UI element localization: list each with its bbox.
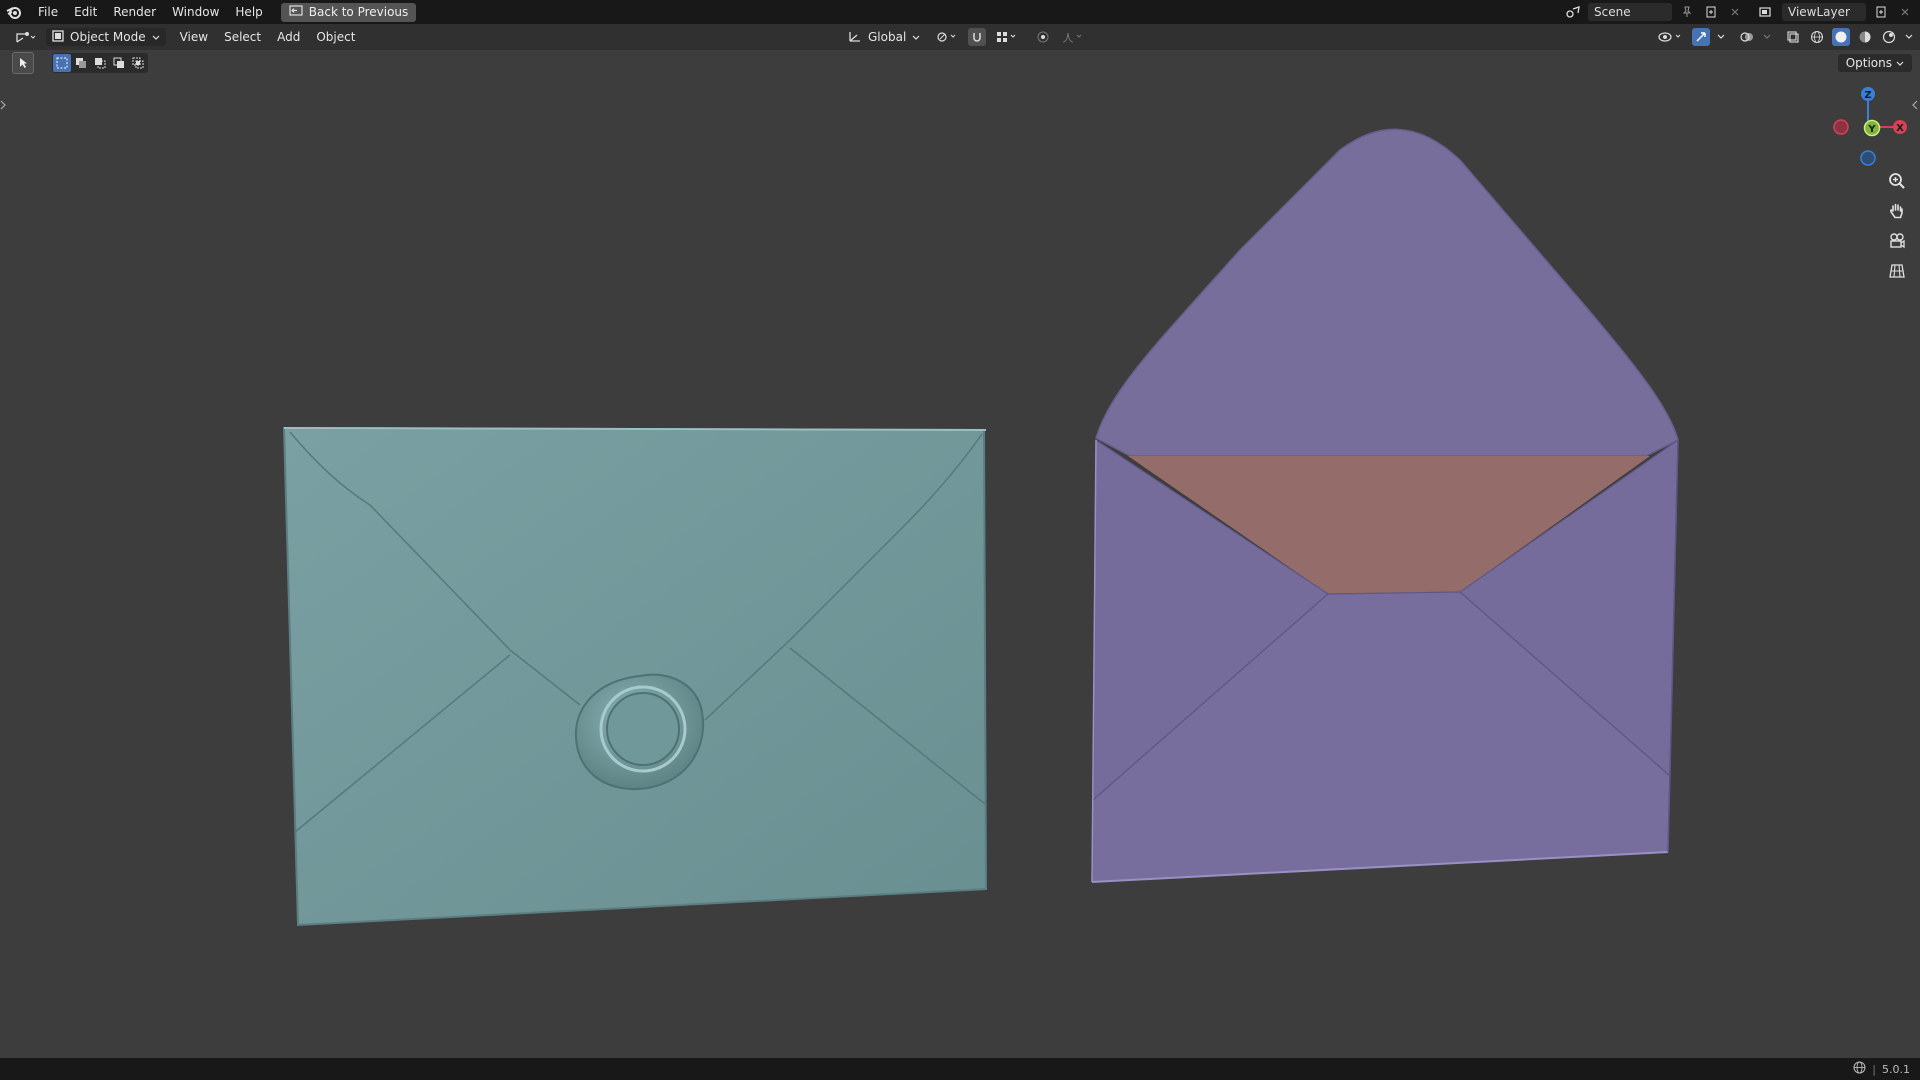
zoom-icon[interactable] — [1884, 170, 1910, 192]
object-mode-icon — [52, 29, 64, 45]
pan-hand-icon[interactable] — [1884, 200, 1910, 222]
scene-name: Scene — [1594, 5, 1631, 19]
orientation-icon — [848, 30, 862, 45]
version-label: 5.0.1 — [1882, 1062, 1910, 1076]
overlays-dropdown-icon[interactable] — [1762, 28, 1772, 46]
back-to-previous-label: Back to Previous — [308, 5, 409, 19]
menu-render[interactable]: Render — [105, 5, 164, 19]
workspace-selectors: Scene ViewLayer — [1564, 0, 1920, 24]
gizmo-z-label: Z — [1864, 90, 1871, 101]
gizmo-dropdown-icon[interactable] — [1716, 28, 1726, 46]
material-preview-icon[interactable] — [1856, 28, 1874, 46]
proportional-editing-icon[interactable] — [1034, 28, 1052, 46]
snap-target-icon[interactable] — [994, 28, 1020, 46]
scene-type-icon[interactable] — [1564, 3, 1582, 21]
new-view-layer-icon[interactable] — [1872, 3, 1890, 21]
select-tool-button[interactable] — [12, 52, 34, 74]
sidebar-expand-arrow-icon[interactable] — [1912, 100, 1920, 114]
toolbar-expand-arrow-icon[interactable] — [0, 100, 8, 114]
blender-logo-icon[interactable] — [4, 2, 24, 22]
open-envelope[interactable] — [1091, 128, 1679, 883]
camera-view-icon[interactable] — [1884, 230, 1910, 252]
transform-orientation-dropdown[interactable]: Global — [842, 28, 926, 46]
view-layer-field[interactable]: ViewLayer — [1782, 3, 1866, 21]
wireframe-shading-icon[interactable] — [1808, 28, 1826, 46]
shading-dropdown-icon[interactable] — [1904, 28, 1914, 46]
menu-file[interactable]: File — [30, 5, 66, 19]
snap-toggle-icon[interactable] — [968, 28, 987, 46]
menu-edit[interactable]: Edit — [66, 5, 105, 19]
chevron-down-icon — [152, 30, 160, 44]
gizmo-toggle-icon[interactable] — [1692, 28, 1710, 46]
options-label: Options — [1845, 56, 1892, 70]
selection-mode-group — [52, 53, 148, 73]
object-mode-dropdown[interactable]: Object Mode — [46, 28, 166, 46]
menu-help[interactable]: Help — [227, 5, 270, 19]
scene-field[interactable]: Scene — [1588, 3, 1672, 21]
object-mode-label: Object Mode — [70, 30, 146, 44]
transform-tools: Global — [836, 24, 1086, 50]
top-bar: File Edit Render Window Help Back to Pre… — [0, 0, 1920, 24]
editor-type-icon[interactable] — [12, 28, 40, 46]
pin-icon[interactable] — [1678, 3, 1696, 21]
xray-toggle-icon[interactable] — [1784, 28, 1802, 46]
closed-envelope[interactable] — [282, 426, 988, 927]
viewport-nav-buttons — [1884, 170, 1910, 282]
rendered-shading-icon[interactable] — [1880, 28, 1898, 46]
falloff-curve-icon[interactable] — [1060, 28, 1086, 46]
menu-add[interactable]: Add — [269, 30, 308, 44]
status-divider: | — [1872, 1062, 1876, 1076]
remove-view-layer-icon[interactable] — [1896, 3, 1914, 21]
menu-view[interactable]: View — [172, 30, 216, 44]
select-invert-icon[interactable] — [110, 54, 128, 72]
orthographic-grid-icon[interactable] — [1884, 260, 1910, 282]
new-scene-icon[interactable] — [1702, 3, 1720, 21]
version-info: | 5.0.1 — [1853, 1061, 1920, 1077]
back-icon — [289, 5, 303, 19]
gizmo-x-label: X — [1896, 123, 1904, 134]
viewport-display-tools — [1656, 24, 1914, 50]
overlays-icon[interactable] — [1738, 28, 1756, 46]
view-layer-icon[interactable] — [1758, 3, 1776, 21]
menu-window[interactable]: Window — [164, 5, 227, 19]
options-dropdown[interactable]: Options — [1837, 54, 1912, 72]
select-intersect-icon[interactable] — [129, 54, 147, 72]
chevron-down-icon — [912, 30, 920, 44]
menu-select[interactable]: Select — [216, 30, 269, 44]
menu-object[interactable]: Object — [308, 30, 363, 44]
wax-seal — [574, 673, 705, 791]
gizmo-y-label: Y — [1867, 124, 1876, 135]
pivot-point-icon[interactable] — [934, 28, 960, 46]
transform-orientation-label: Global — [868, 30, 907, 44]
visibility-icon[interactable] — [1656, 28, 1686, 46]
solid-shading-icon[interactable] — [1832, 28, 1850, 46]
view-layer-name: ViewLayer — [1788, 5, 1850, 19]
remove-scene-icon[interactable] — [1726, 3, 1744, 21]
navigation-gizmo[interactable]: X Y Z — [1822, 86, 1912, 166]
select-subtract-icon[interactable] — [91, 54, 109, 72]
chevron-down-icon — [1896, 56, 1904, 70]
viewport-3d[interactable] — [0, 0, 1920, 1080]
status-bar: | 5.0.1 — [0, 1058, 1920, 1080]
globe-icon — [1853, 1061, 1866, 1077]
tool-settings-row — [12, 52, 148, 74]
select-extend-icon[interactable] — [72, 54, 90, 72]
back-to-previous-button[interactable]: Back to Previous — [280, 2, 417, 22]
select-new-icon[interactable] — [53, 54, 71, 72]
